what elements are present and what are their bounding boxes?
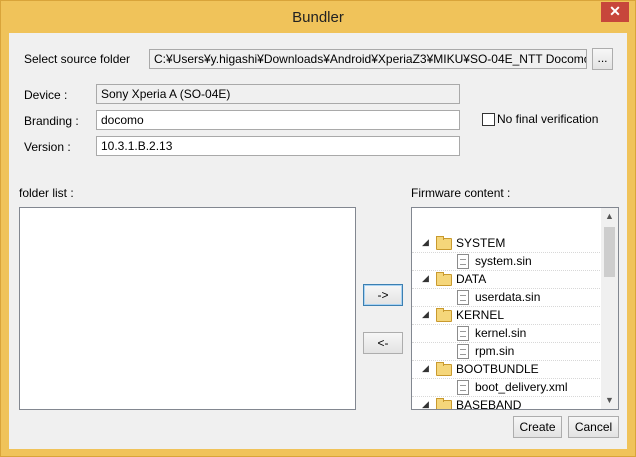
firmware-content-label: Firmware content :	[411, 186, 511, 200]
firmware-content-tree[interactable]: ◢ SYSTEM system.sin ◢ DATA userdata.sin ◢ KERNE…	[411, 207, 619, 410]
folder-icon	[436, 308, 452, 322]
version-label: Version :	[24, 140, 71, 154]
device-label: Device :	[24, 88, 68, 102]
tree-node-label: userdata.sin	[475, 290, 541, 304]
dialog-body: Select source folder C:¥Users¥y.higashi¥…	[9, 33, 627, 449]
create-button[interactable]: Create	[513, 416, 562, 438]
tree-node-label: DATA	[456, 272, 487, 286]
tree-node-label: BOOTBUNDLE	[456, 362, 539, 376]
file-icon	[457, 380, 469, 395]
tree-node-label: KERNEL	[456, 308, 505, 322]
tree-node-label: SYSTEM	[456, 236, 506, 250]
file-icon	[457, 254, 469, 269]
tree-file-node[interactable]: rpm.sin	[412, 342, 602, 361]
tree-node-label: boot_delivery.xml	[475, 380, 568, 394]
tree-folder-node[interactable]: ◢ DATA	[412, 270, 602, 289]
tree-node-label: rpm.sin	[475, 344, 515, 358]
folder-icon	[436, 272, 452, 286]
tree-file-node[interactable]: userdata.sin	[412, 288, 602, 307]
bundler-window: Bundler ✕ Select source folder C:¥Users¥…	[0, 0, 636, 457]
tree-folder-node[interactable]: ◢ KERNEL	[412, 306, 602, 325]
folder-icon	[436, 398, 452, 409]
tree-folder-node[interactable]: ◢ BASEBAND	[412, 396, 602, 410]
expand-arrow-icon[interactable]: ◢	[422, 273, 429, 284]
no-final-verification-checkbox[interactable]	[482, 113, 495, 126]
file-icon	[457, 290, 469, 305]
source-folder-path[interactable]: C:¥Users¥y.higashi¥Downloads¥Android¥Xpe…	[149, 49, 587, 69]
device-field: Sony Xperia A (SO-04E)	[96, 84, 460, 104]
tree-folder-node[interactable]: ◢ BOOTBUNDLE	[412, 360, 602, 379]
scroll-thumb[interactable]	[604, 227, 615, 277]
tree-folder-node[interactable]: ◢ SYSTEM	[412, 234, 602, 253]
tree-file-node[interactable]: kernel.sin	[412, 324, 602, 343]
tree-file-node[interactable]: boot_delivery.xml	[412, 378, 602, 397]
tree-node-label: BASEBAND	[456, 398, 522, 410]
version-field[interactable]: 10.3.1.B.2.13	[96, 136, 460, 156]
source-folder-label: Select source folder	[24, 52, 131, 66]
cancel-button[interactable]: Cancel	[568, 416, 619, 438]
window-title: Bundler	[292, 9, 344, 26]
branding-label: Branding :	[24, 114, 79, 128]
close-button[interactable]: ✕	[601, 2, 629, 22]
scroll-down-icon[interactable]: ▼	[601, 392, 618, 409]
tree-node-label: kernel.sin	[475, 326, 527, 340]
expand-arrow-icon[interactable]: ◢	[422, 399, 429, 409]
title-bar[interactable]: Bundler ✕	[1, 1, 635, 33]
folder-list-label: folder list :	[19, 186, 74, 200]
file-icon	[457, 344, 469, 359]
add-to-firmware-button[interactable]: ->	[363, 284, 403, 306]
expand-arrow-icon[interactable]: ◢	[422, 363, 429, 374]
browse-button[interactable]: ...	[592, 48, 613, 70]
branding-field[interactable]: docomo	[96, 110, 460, 130]
expand-arrow-icon[interactable]: ◢	[422, 309, 429, 320]
tree-file-node[interactable]: system.sin	[412, 252, 602, 271]
tree-node-label: system.sin	[475, 254, 532, 268]
folder-icon	[436, 362, 452, 376]
folder-list[interactable]	[19, 207, 356, 410]
folder-icon	[436, 236, 452, 250]
expand-arrow-icon[interactable]: ◢	[422, 237, 429, 248]
file-icon	[457, 326, 469, 341]
remove-from-firmware-button[interactable]: <-	[363, 332, 403, 354]
scroll-up-icon[interactable]: ▲	[601, 208, 618, 225]
tree-scrollbar[interactable]: ▲ ▼	[601, 208, 618, 409]
no-final-verification-label[interactable]: No final verification	[497, 112, 598, 126]
